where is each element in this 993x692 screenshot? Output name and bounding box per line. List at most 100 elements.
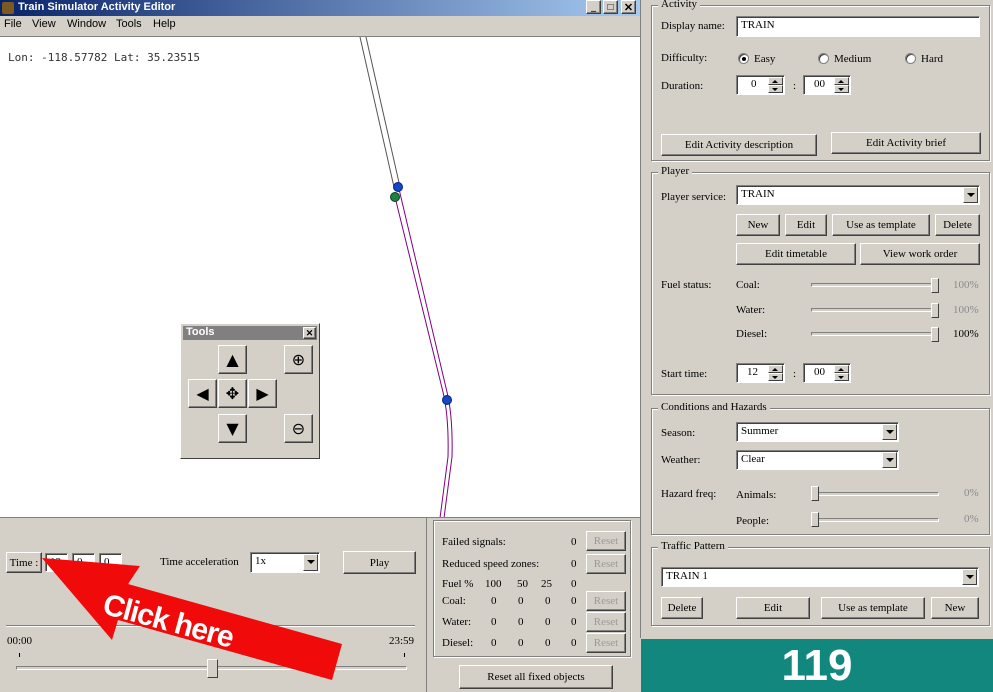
center-icon[interactable]: ✥: [218, 379, 247, 408]
pan-up-icon[interactable]: ▲: [218, 345, 247, 374]
edit-activity-description-button[interactable]: Edit Activity description: [661, 134, 817, 156]
start-minutes-spinner[interactable]: 00: [803, 363, 851, 383]
menu-window[interactable]: Window: [67, 18, 106, 30]
coal-slider-thumb[interactable]: [931, 278, 939, 293]
reset-reduced-speed-button[interactable]: Reset: [586, 554, 626, 574]
reset-water-button[interactable]: Reset: [586, 612, 626, 632]
chevron-down-icon[interactable]: [963, 187, 978, 203]
minimize-button[interactable]: _: [586, 0, 601, 14]
traffic-delete-button[interactable]: Delete: [661, 597, 703, 619]
activity-title: Activity: [658, 0, 701, 10]
chevron-down-icon[interactable]: [962, 569, 977, 585]
track-map: [359, 37, 453, 517]
duration-minutes-spin-buttons[interactable]: [834, 77, 849, 93]
people-label: People:: [736, 515, 769, 527]
traffic-pattern-select[interactable]: TRAIN 1: [661, 567, 979, 587]
reset-failed-signals-button[interactable]: Reset: [586, 531, 626, 551]
duration-minutes-spinner[interactable]: 00: [803, 75, 851, 95]
diesel-slider-thumb[interactable]: [931, 327, 939, 342]
difficulty-easy-radio[interactable]: [738, 53, 749, 64]
water-slider-track: [811, 308, 939, 312]
app-icon: [2, 2, 14, 14]
start-minutes-spin-buttons[interactable]: [834, 365, 849, 381]
traffic-new-button[interactable]: New: [931, 597, 979, 619]
stats-coal-0: 0: [571, 595, 577, 607]
view-work-order-button[interactable]: View work order: [860, 243, 980, 265]
track-marker: [442, 395, 452, 405]
difficulty-label: Difficulty:: [661, 52, 708, 64]
stats-water-100: 0: [491, 616, 497, 628]
people-slider-track: [811, 518, 939, 522]
stats-diesel-50: 0: [518, 637, 524, 649]
traffic-use-template-button[interactable]: Use as template: [821, 597, 925, 619]
coal-slider-track: [811, 283, 939, 287]
animals-label: Animals:: [736, 489, 777, 501]
duration-hours-spinner[interactable]: 0: [736, 75, 785, 95]
pan-right-icon[interactable]: ▶: [248, 379, 277, 408]
player-diesel-percent: 100%: [953, 328, 979, 340]
traffic-title: Traffic Pattern: [658, 540, 728, 552]
season-select[interactable]: Summer: [736, 422, 899, 442]
water-slider-thumb[interactable]: [931, 303, 939, 318]
properties-panel: Activity Display name: TRAIN Difficulty:…: [640, 0, 993, 638]
zoom-out-icon[interactable]: ⊖: [284, 414, 313, 443]
map-view[interactable]: Lon: -118.57782 Lat: 35.23515 Tools ✕ ▲ …: [0, 36, 640, 517]
duration-hours-spin-buttons[interactable]: [768, 77, 783, 93]
reduced-speed-value: 0: [571, 558, 577, 570]
animals-percent: 0%: [964, 487, 979, 499]
step-badge: 119: [641, 639, 993, 692]
stats-diesel-25: 0: [545, 637, 551, 649]
difficulty-hard-radio[interactable]: [905, 53, 916, 64]
display-name-label: Display name:: [661, 20, 725, 32]
stats-coal-label: Coal:: [442, 595, 466, 607]
difficulty-medium-radio[interactable]: [818, 53, 829, 64]
player-use-template-button[interactable]: Use as template: [832, 214, 930, 236]
stats-diesel-label: Diesel:: [442, 637, 474, 649]
menu-file[interactable]: File: [4, 18, 22, 30]
chevron-down-icon[interactable]: [882, 424, 897, 440]
weather-select[interactable]: Clear: [736, 450, 899, 470]
timeline-tick-right: [404, 653, 405, 657]
track-marker: [393, 182, 403, 192]
edit-activity-brief-button[interactable]: Edit Activity brief: [831, 132, 981, 154]
fuel-col-25: 25: [541, 578, 552, 590]
display-name-input[interactable]: TRAIN: [736, 16, 980, 37]
reset-diesel-button[interactable]: Reset: [586, 633, 626, 653]
menu-tools[interactable]: Tools: [116, 18, 142, 30]
tools-close-button[interactable]: ✕: [303, 327, 316, 339]
duration-separator: :: [793, 80, 797, 92]
start-hours-spin-buttons[interactable]: [768, 365, 783, 381]
menu-view[interactable]: View: [32, 18, 56, 30]
traffic-edit-button[interactable]: Edit: [736, 597, 810, 619]
reset-coal-button[interactable]: Reset: [586, 591, 626, 611]
people-percent: 0%: [964, 513, 979, 525]
pan-down-icon[interactable]: ▼: [218, 414, 247, 443]
fuel-col-0: 0: [571, 578, 577, 590]
pan-left-icon[interactable]: ◀: [188, 379, 217, 408]
player-coal-label: Coal:: [736, 279, 760, 291]
reset-all-fixed-objects-button[interactable]: Reset all fixed objects: [459, 665, 613, 689]
player-delete-button[interactable]: Delete: [935, 214, 980, 236]
people-slider-thumb[interactable]: [811, 512, 819, 527]
player-new-button[interactable]: New: [736, 214, 780, 236]
window-title: Train Simulator Activity Editor: [18, 1, 176, 13]
zoom-in-icon[interactable]: ⊕: [284, 345, 313, 374]
edit-timetable-button[interactable]: Edit timetable: [736, 243, 856, 265]
stats-coal-50: 0: [518, 595, 524, 607]
stats-water-label: Water:: [442, 616, 472, 628]
stats-coal-25: 0: [545, 595, 551, 607]
fuel-col-50: 50: [517, 578, 528, 590]
timeline-end: 23:59: [389, 635, 415, 647]
player-edit-button[interactable]: Edit: [785, 214, 827, 236]
weather-label: Weather:: [661, 454, 701, 466]
player-diesel-label: Diesel:: [736, 328, 768, 340]
menu-help[interactable]: Help: [153, 18, 176, 30]
tools-title-bar[interactable]: Tools ✕: [183, 326, 317, 340]
animals-slider-thumb[interactable]: [811, 486, 819, 501]
chevron-down-icon[interactable]: [882, 452, 897, 468]
start-hours-spinner[interactable]: 12: [736, 363, 785, 383]
player-service-select[interactable]: TRAIN: [736, 185, 980, 205]
close-button[interactable]: ✕: [621, 0, 636, 14]
maximize-button[interactable]: □: [603, 0, 618, 14]
difficulty-medium-label: Medium: [834, 53, 872, 65]
